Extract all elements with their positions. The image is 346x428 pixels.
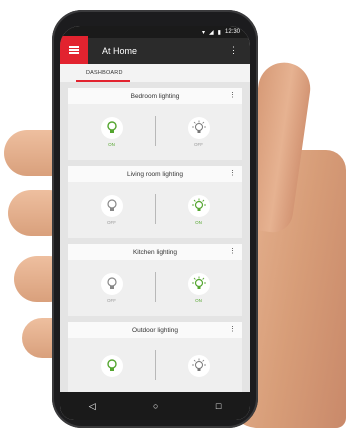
card-menu-icon[interactable]: ⋮ xyxy=(229,169,236,177)
recents-icon[interactable]: □ xyxy=(216,401,221,411)
divider xyxy=(155,350,156,380)
card-menu-icon[interactable]: ⋮ xyxy=(229,325,236,333)
card-body: OFF ON xyxy=(68,260,242,316)
tab-bar: DASHBOARD xyxy=(60,64,250,82)
status-bar: ▾ ◢ ▮ 12:30 xyxy=(60,26,250,38)
divider xyxy=(155,116,156,146)
status-time: 12:30 xyxy=(224,29,240,35)
bulb-icon xyxy=(100,117,123,139)
lighting-card: Outdoor lighting ⋮ xyxy=(68,322,242,394)
light-toggle-right[interactable] xyxy=(155,355,242,377)
tab-indicator xyxy=(76,80,130,82)
bulb-rays-icon xyxy=(187,195,210,217)
bulb-icon xyxy=(100,355,123,377)
card-body: ON OFF xyxy=(68,104,242,160)
app-bar: At Home ⋮ xyxy=(60,36,250,64)
bulb-icon xyxy=(100,273,123,295)
home-icon[interactable]: ○ xyxy=(153,401,158,411)
light-toggle-right[interactable]: ON xyxy=(155,273,242,303)
light-toggle-right[interactable]: ON xyxy=(155,195,242,225)
overflow-menu-icon[interactable]: ⋮ xyxy=(229,46,238,55)
state-label: ON xyxy=(108,142,115,147)
app-title: At Home xyxy=(102,46,138,56)
phone-screen: ▾ ◢ ▮ 12:30 At Home ⋮ DASHBOARD Bedroom … xyxy=(60,26,250,420)
card-menu-icon[interactable]: ⋮ xyxy=(229,91,236,99)
state-label: ON xyxy=(195,298,202,303)
bulb-rays-icon xyxy=(187,273,210,295)
state-label: OFF xyxy=(107,298,116,303)
card-title: Bedroom lighting xyxy=(130,92,180,100)
light-toggle-left[interactable]: ON xyxy=(68,117,155,147)
signal-icon: ◢ xyxy=(209,29,214,36)
light-toggle-right[interactable]: OFF xyxy=(155,117,242,147)
state-label: OFF xyxy=(194,142,203,147)
card-header: Living room lighting ⋮ xyxy=(68,166,242,182)
hamburger-icon xyxy=(69,49,79,51)
card-body xyxy=(68,338,242,394)
card-menu-icon[interactable]: ⋮ xyxy=(229,247,236,255)
battery-icon: ▮ xyxy=(217,29,221,36)
card-title: Living room lighting xyxy=(126,170,183,178)
card-header: Kitchen lighting ⋮ xyxy=(68,244,242,260)
lighting-card: Bedroom lighting ⋮ ON OFF xyxy=(68,88,242,160)
card-body: OFF ON xyxy=(68,182,242,238)
menu-button[interactable] xyxy=(60,36,88,64)
wifi-icon: ▾ xyxy=(202,29,206,36)
light-toggle-left[interactable] xyxy=(68,355,155,377)
card-header: Bedroom lighting ⋮ xyxy=(68,88,242,104)
tab-dashboard[interactable]: DASHBOARD xyxy=(86,70,123,76)
state-label: OFF xyxy=(107,220,116,225)
bulb-rays-icon xyxy=(187,355,210,377)
divider xyxy=(155,272,156,302)
state-label: ON xyxy=(195,220,202,225)
card-title: Kitchen lighting xyxy=(132,248,178,256)
card-title: Outdoor lighting xyxy=(132,326,178,334)
light-toggle-left[interactable]: OFF xyxy=(68,195,155,225)
light-toggle-left[interactable]: OFF xyxy=(68,273,155,303)
lighting-card: Kitchen lighting ⋮ OFF ON xyxy=(68,244,242,316)
card-header: Outdoor lighting ⋮ xyxy=(68,322,242,338)
divider xyxy=(155,194,156,224)
back-icon[interactable]: ◁ xyxy=(89,401,96,412)
lighting-card: Living room lighting ⋮ OFF ON xyxy=(68,166,242,238)
system-nav-bar: ◁ ○ □ xyxy=(60,392,250,420)
bulb-icon xyxy=(100,195,123,217)
bulb-rays-icon xyxy=(187,117,210,139)
